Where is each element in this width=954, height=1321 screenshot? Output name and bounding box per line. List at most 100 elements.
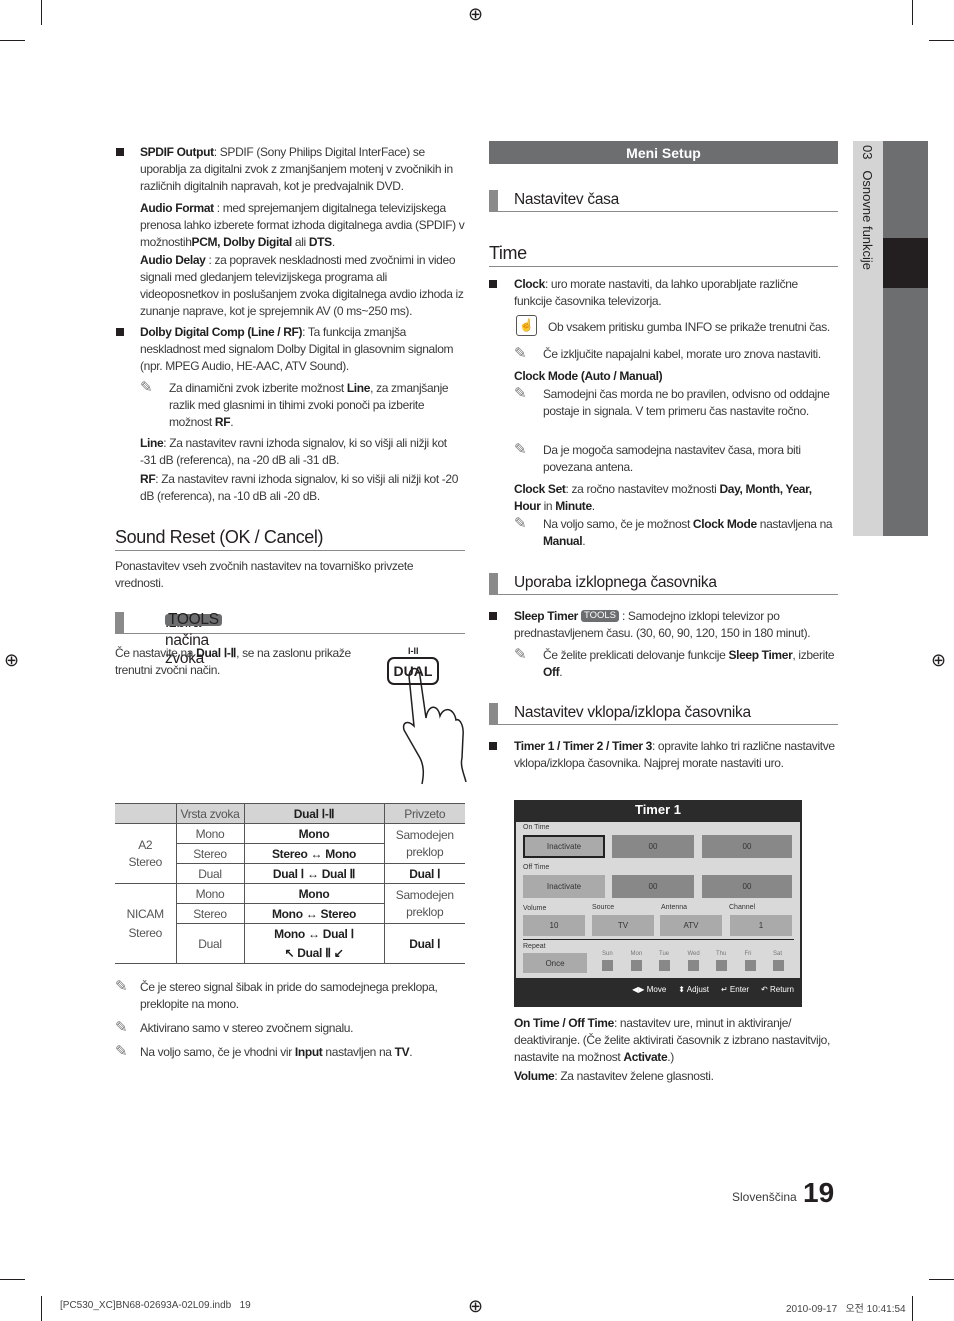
on-time-activate-field[interactable]: Inactivate <box>523 835 605 858</box>
crop-mark <box>912 1296 913 1321</box>
registration-mark-icon: ⊕ <box>4 650 20 670</box>
antenna-field[interactable]: ATV <box>660 915 722 936</box>
crop-mark <box>912 0 913 25</box>
crop-mark <box>929 1279 954 1280</box>
day-label: Sat <box>773 951 783 957</box>
source-field[interactable]: TV <box>592 915 654 936</box>
chapter-tab: 03 Osnovne funkcije <box>853 141 883 536</box>
bullet <box>116 328 124 336</box>
clock-text: Clock: uro morate nastaviti, da lahko up… <box>514 277 798 308</box>
volume-text: Volume: Za nastavitev želene glasnosti. <box>514 1069 714 1083</box>
move-hint: ◀▶ Move <box>632 985 667 994</box>
crop-mark <box>0 40 25 41</box>
footer-language: Slovenščina <box>732 1190 797 1204</box>
return-icon: ↶ <box>761 985 768 994</box>
on-off-time-text: On Time / Off Time: nastavitev ure, minu… <box>514 1016 830 1064</box>
on-time-hour-field[interactable]: 00 <box>612 835 694 858</box>
note-pencil-icon: ✎ <box>140 379 153 396</box>
menu-setup-bar: Meni Setup <box>489 141 838 164</box>
note-pencil-icon: ✎ <box>514 646 527 663</box>
crop-mark <box>41 0 42 25</box>
registration-mark-icon: ⊕ <box>931 650 947 670</box>
note-pencil-icon: ✎ <box>115 1043 128 1060</box>
day-checkbox-fri[interactable] <box>744 960 756 971</box>
enter-icon: ↵ <box>720 985 728 994</box>
on-time-minute-field[interactable]: 00 <box>702 835 792 858</box>
uporaba-subheading: Uporaba izklopnega časovnika <box>489 573 838 595</box>
note: Na voljo samo, če je vhodni vir Input na… <box>140 1045 413 1059</box>
timer-title: Timer 1 <box>634 802 681 817</box>
registration-mark-icon: ⊕ <box>468 1296 484 1316</box>
chapter-tab-active <box>883 238 928 288</box>
col-header: Privzeto <box>383 803 465 824</box>
table-row: NICAM Stereo Mono Mono Samodejen preklop <box>115 883 465 964</box>
day-label: Mon <box>630 951 643 957</box>
sound-reset-heading: Sound Reset (OK / Cancel) <box>115 527 324 547</box>
note-pencil-icon: ✎ <box>115 1019 128 1036</box>
channel-field[interactable]: 1 <box>730 915 792 936</box>
col-header: Dual Ⅰ-Ⅱ <box>243 803 385 824</box>
clock-mode-label: Clock Mode (Auto / Manual) <box>514 369 663 383</box>
sleep-timer-text: Sleep Timer TOOLS : Samodejno izklopi te… <box>514 609 811 640</box>
nastavitev-casa-subheading: Nastavitev časa <box>489 190 838 212</box>
table-row: A2 Stereo Mono Mono Samodejen preklop <box>115 823 465 884</box>
izbira-subheading: Izbira načina zvoka TOOLS <box>115 612 465 667</box>
day-label: Sun <box>602 951 613 957</box>
subheading-bar <box>115 612 124 633</box>
note-pencil-icon: ✎ <box>514 441 527 458</box>
off-time-minute-field[interactable]: 00 <box>702 875 792 898</box>
clock-set-note: Na voljo samo, če je možnost Clock Mode … <box>543 517 833 548</box>
crop-mark <box>41 1296 42 1321</box>
enter-hint: ↵ Enter <box>720 985 750 994</box>
note-pencil-icon: ✎ <box>514 515 527 532</box>
day-checkbox-tue[interactable] <box>659 960 670 971</box>
print-file-info: [PC530_XC]BN68-02693A-02L09.indb 19 <box>60 1300 251 1311</box>
power-note: Če izključite napajalni kabel, morate ur… <box>543 347 821 361</box>
note-pencil-icon: ✎ <box>514 385 527 402</box>
day-label: Wed <box>687 951 700 957</box>
info-note: Ob vsakem pritisku gumba INFO se prikaže… <box>548 320 830 334</box>
repeat-field[interactable]: Once <box>523 953 587 973</box>
day-label: Fri <box>744 951 752 957</box>
divider <box>489 266 838 267</box>
crop-mark <box>929 40 954 41</box>
note-pencil-icon: ✎ <box>115 978 128 995</box>
print-date: 2010-09-17 오전 10:41:54 <box>786 1304 906 1315</box>
day-checkbox-thu[interactable] <box>716 960 727 971</box>
page-number: 19 <box>803 1177 835 1208</box>
tools-badge: TOOLS <box>580 610 619 622</box>
day-checkbox-sun[interactable] <box>602 960 613 971</box>
timer1-screen: Timer 1 On Time Inactivate 00 00 Off Tim… <box>514 800 802 1007</box>
vklop-subheading: Nastavitev vklopa/izklopa časovnika <box>489 703 838 725</box>
tools-badge: TOOLS <box>165 612 222 627</box>
bullet <box>489 612 497 620</box>
move-arrows-icon: ◀▶ <box>632 985 645 994</box>
day-checkbox-sat[interactable] <box>773 960 784 971</box>
audio-delay-text: Audio Delay : za popravek neskladnosti m… <box>140 253 464 318</box>
sound-mode-table: Vrsta zvoka Dual Ⅰ-Ⅱ Privzeto A2 Stereo Mon… <box>115 803 465 964</box>
divider <box>115 550 465 551</box>
dolby-note: Za dinamični zvok izberite možnost Line,… <box>169 381 449 429</box>
note-pencil-icon: ✎ <box>514 345 527 362</box>
clock-set-text: Clock Set: za ročno nastavitev možnosti … <box>514 482 812 513</box>
day-label: Tue <box>659 951 670 957</box>
dolby-text: Dolby Digital Comp (Line / RF): Ta funkc… <box>140 325 454 373</box>
volume-field[interactable]: 10 <box>523 915 585 936</box>
clock-mode-note: Da je mogoča samodejna nastavitev časa, … <box>543 443 801 474</box>
off-time-activate-field[interactable]: Inactivate <box>523 875 605 898</box>
day-label: Thu <box>716 951 727 957</box>
rf-text: RF: Za nastavitev ravni izhoda signalov,… <box>140 472 459 503</box>
chapter-label: 03 Osnovne funkcije <box>860 145 875 271</box>
day-checkbox-wed[interactable] <box>687 960 699 971</box>
sleep-note: Če želite preklicati delovanje funkcije … <box>543 648 835 679</box>
bullet <box>116 148 124 156</box>
off-time-hour-field[interactable]: 00 <box>612 875 694 898</box>
registration-mark-icon: ⊕ <box>468 4 484 24</box>
crop-mark <box>0 1279 25 1280</box>
col-header: Vrsta zvoka <box>175 803 245 824</box>
time-heading: Time <box>489 243 527 263</box>
sound-reset-text: Ponastavitev vseh zvočnih nastavitev na … <box>115 559 414 590</box>
day-checkbox-mon[interactable] <box>630 960 642 971</box>
timer-text: Timer 1 / Timer 2 / Timer 3: opravite la… <box>514 739 835 770</box>
note: Če je stereo signal šibak in pride do sa… <box>140 980 438 1011</box>
